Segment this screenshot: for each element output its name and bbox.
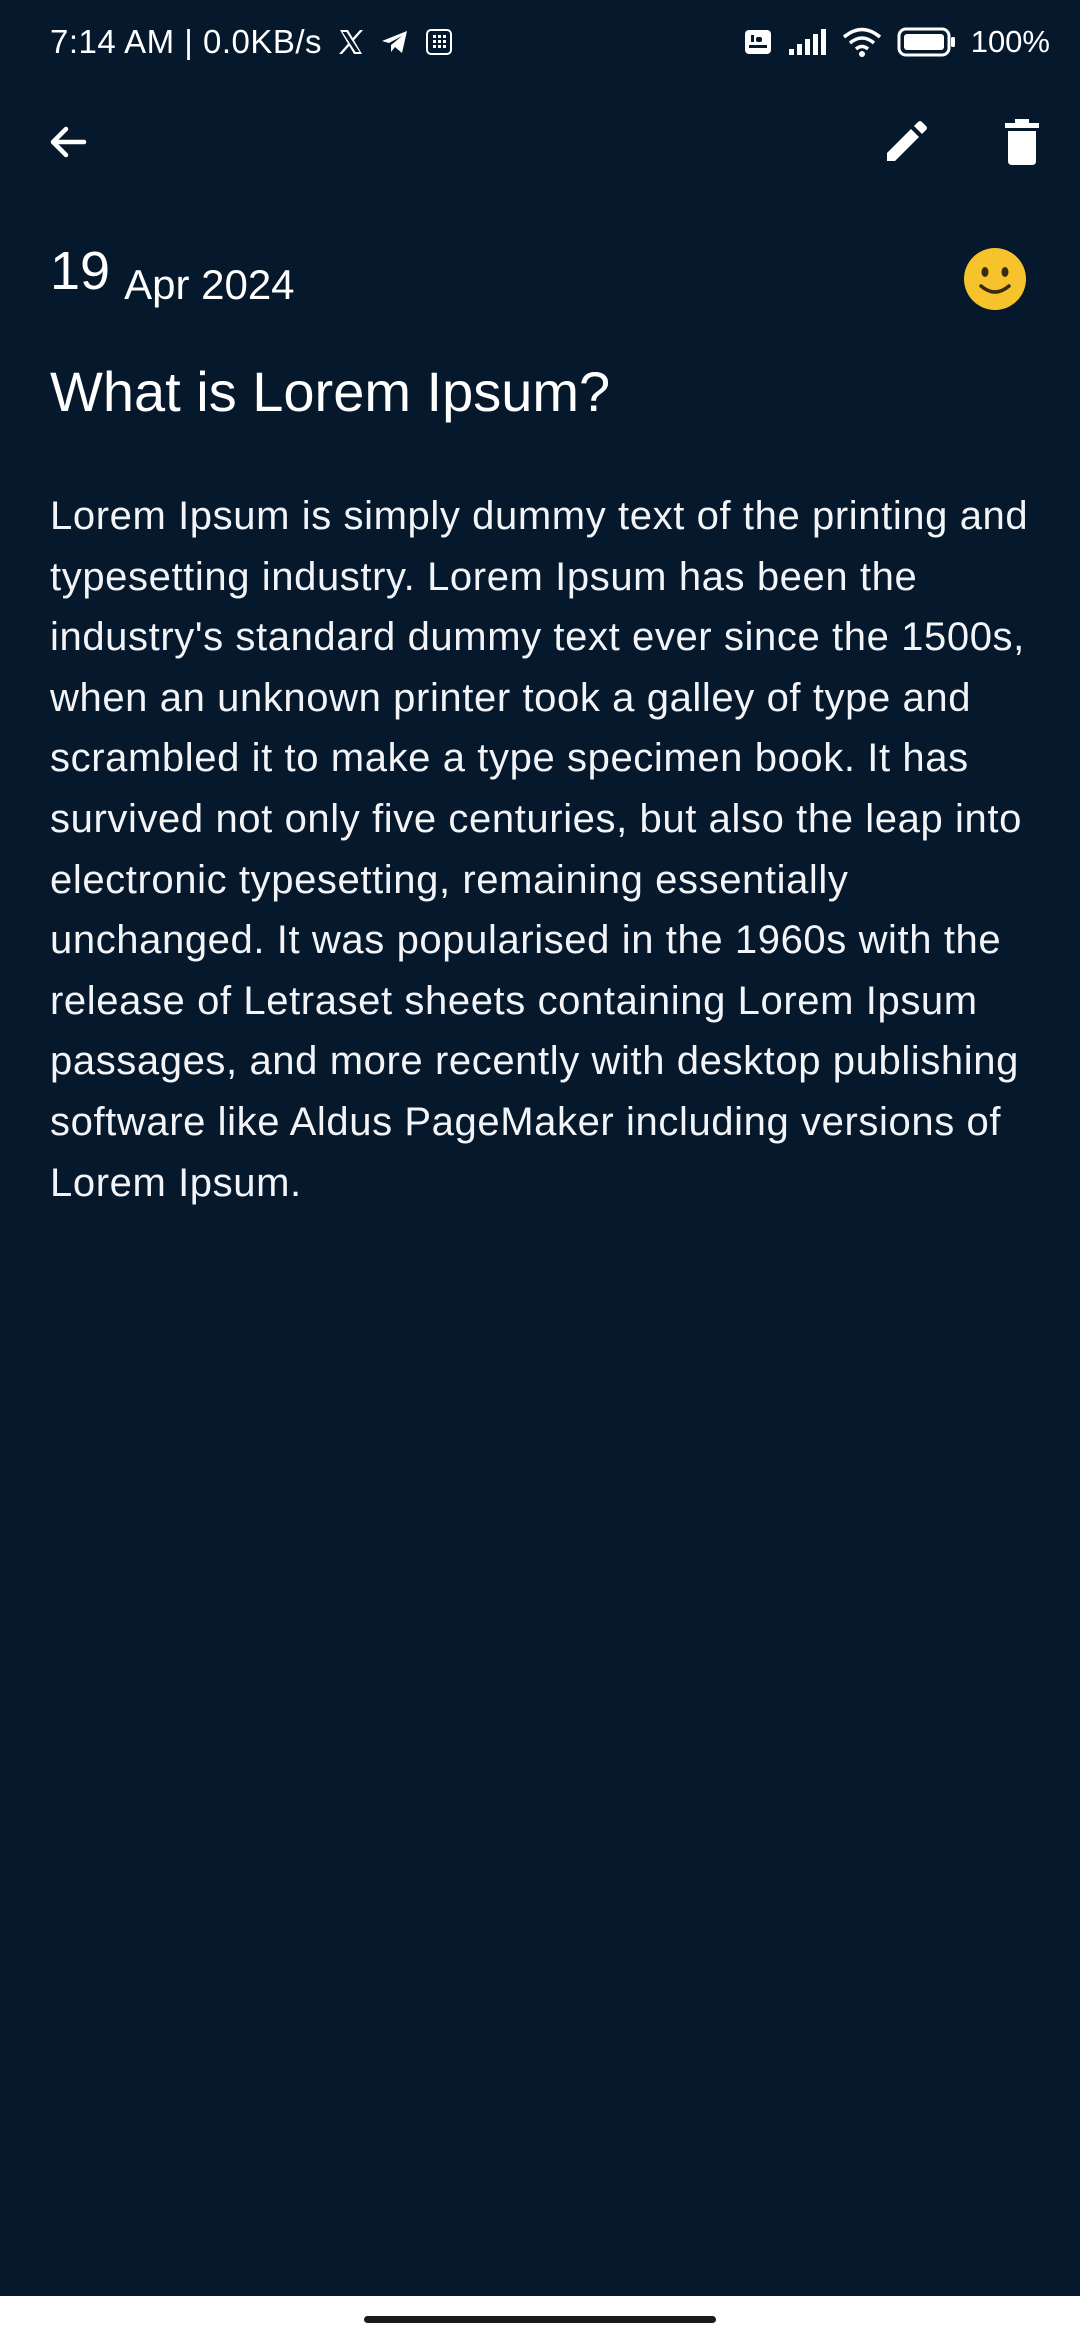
telegram-icon (380, 27, 410, 57)
status-time-speed: 7:14 AM | 0.0KB/s (50, 23, 323, 60)
edit-button[interactable] (866, 104, 946, 184)
app-bar (0, 84, 1080, 204)
volte-icon (743, 27, 773, 57)
navigation-bar (0, 2296, 1080, 2340)
smiley-face-icon (962, 246, 1028, 312)
date-day: 19 (50, 241, 111, 301)
x-app-icon (336, 27, 366, 57)
note-date: 19 Apr 2024 (50, 240, 295, 320)
note-title: What is Lorem Ipsum? (50, 360, 611, 423)
wifi-icon (841, 26, 883, 58)
trash-icon (1002, 117, 1042, 172)
home-indicator[interactable] (364, 2316, 716, 2323)
delete-button[interactable] (982, 104, 1062, 184)
arrow-left-icon (44, 118, 92, 171)
battery-percentage: 100% (970, 24, 1050, 59)
status-bar-right: 100% (743, 24, 1050, 60)
battery-icon (897, 26, 957, 58)
sim-toolkit-icon (424, 27, 454, 57)
status-bar: 7:14 AM | 0.0KB/s 100% (0, 0, 1080, 84)
back-button[interactable] (28, 104, 108, 184)
note-detail-screen: 7:14 AM | 0.0KB/s 100% 19 Apr 2024 What … (0, 0, 1080, 2340)
status-bar-left: 7:14 AM | 0.0KB/s (50, 23, 454, 61)
signal-strength-icon (787, 27, 827, 57)
note-body: Lorem Ipsum is simply dummy text of the … (50, 494, 1029, 1205)
date-month-year: Apr 2024 (124, 261, 295, 308)
pencil-icon (881, 117, 931, 172)
